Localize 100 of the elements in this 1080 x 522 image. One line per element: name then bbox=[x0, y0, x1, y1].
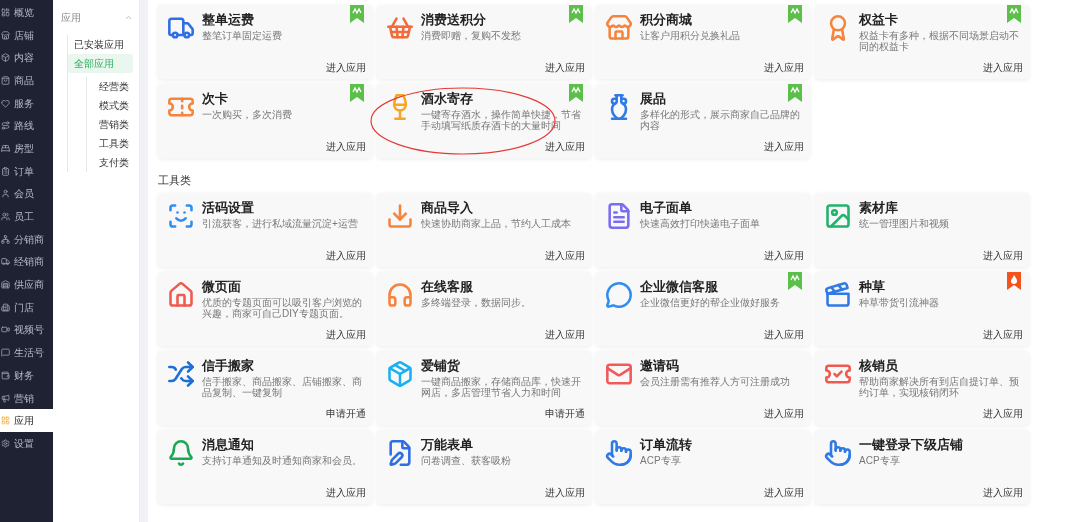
nav-item[interactable]: 设置 bbox=[0, 432, 53, 455]
app-title: 核销员 bbox=[859, 358, 899, 373]
app-description: 整笔订单固定运费 bbox=[202, 30, 283, 41]
app-card[interactable]: 爱铺货 一键商品搬家，存储商品库，快速开网店，多店管理节省人力和时间 申请开通 bbox=[377, 351, 591, 425]
open-app-link[interactable]: 进入应用 bbox=[545, 248, 585, 262]
app-description: 问卷调查、获客吸粉 bbox=[421, 455, 512, 466]
app-card[interactable]: 活码设置 引流获客，进行私域流量沉淀+运营 进入应用 bbox=[158, 193, 372, 267]
app-description: 快速协助商家上品，节约人工成本 bbox=[421, 218, 572, 229]
nav-item[interactable]: 房型 bbox=[0, 137, 53, 160]
open-app-link[interactable]: 进入应用 bbox=[983, 406, 1023, 420]
app-card[interactable]: 邀请码 会员注册需有推荐人方可注册成功 进入应用 bbox=[596, 351, 810, 425]
nav-label: 应用 bbox=[14, 414, 34, 429]
nav-icon bbox=[1, 166, 10, 176]
collapse-icon[interactable] bbox=[124, 13, 133, 22]
app-card[interactable]: 微页面 优质的专题页面可以吸引客户浏览的兴趣，商家可自己DIY专题页面。 进入应用 bbox=[158, 272, 372, 346]
open-app-link[interactable]: 进入应用 bbox=[326, 139, 366, 153]
app-card[interactable]: 展品 多样化的形式，展示商家自己品牌的内容 进入应用 bbox=[596, 84, 810, 158]
open-app-link[interactable]: 进入应用 bbox=[545, 139, 585, 153]
category-menu-item[interactable]: 支付类 bbox=[93, 153, 133, 172]
nav-item[interactable]: 应用 bbox=[0, 409, 53, 433]
nav-item[interactable]: 商品 bbox=[0, 69, 53, 92]
app-title: 邀请码 bbox=[640, 358, 680, 373]
open-app-link[interactable]: 进入应用 bbox=[983, 248, 1023, 262]
category-menu-item[interactable]: 营销类 bbox=[93, 115, 133, 134]
open-app-link[interactable]: 进入应用 bbox=[545, 60, 585, 74]
nav-item[interactable]: 视频号 bbox=[0, 318, 53, 342]
open-app-link[interactable]: 进入应用 bbox=[545, 327, 585, 341]
nav-item[interactable]: 订单 bbox=[0, 159, 53, 183]
app-card[interactable]: 核销员 帮助商家解决所有到店自提订单、预约订单，实现核销闭环 进入应用 bbox=[815, 351, 1029, 425]
app-card[interactable]: 次卡 一次购买，多次消费 进入应用 bbox=[158, 84, 372, 158]
nav-item[interactable]: 营销 bbox=[0, 386, 53, 410]
new-ribbon-icon bbox=[788, 84, 802, 102]
category-menu-item[interactable]: 工具类 bbox=[93, 134, 133, 153]
nav-item[interactable]: 概览 bbox=[0, 1, 53, 24]
import-icon bbox=[386, 202, 414, 230]
app-card[interactable]: 企业微信客服 企业微信更好的帮企业做好服务 进入应用 bbox=[596, 272, 810, 346]
category-menu-item[interactable]: 已安装应用 bbox=[68, 35, 133, 54]
nav-icon bbox=[1, 438, 10, 448]
open-app-link[interactable]: 进入应用 bbox=[764, 248, 804, 262]
app-card[interactable]: 电子面单 快速高效打印快递电子面单 进入应用 bbox=[596, 193, 810, 267]
nav-item[interactable]: 会员 bbox=[0, 182, 53, 206]
open-app-link[interactable]: 进入应用 bbox=[983, 327, 1023, 341]
nav-item[interactable]: 财务 bbox=[0, 364, 53, 387]
nav-item[interactable]: 内容 bbox=[0, 46, 53, 70]
app-card[interactable]: 权益卡 权益卡有多种，根据不同场景启动不同的权益卡 进入应用 bbox=[815, 5, 1029, 79]
app-card[interactable]: 万能表单 问卷调查、获客吸粉 进入应用 bbox=[377, 430, 591, 504]
nav-item[interactable]: 供应商 bbox=[0, 273, 53, 296]
app-card[interactable]: 整单运费 整笔订单固定运费 进入应用 bbox=[158, 5, 372, 79]
open-app-link[interactable]: 进入应用 bbox=[326, 327, 366, 341]
open-app-link[interactable]: 申请开通 bbox=[326, 406, 366, 420]
open-app-link[interactable]: 进入应用 bbox=[326, 248, 366, 262]
app-card[interactable]: 积分商城 让客户用积分兑换礼品 进入应用 bbox=[596, 5, 810, 79]
document-icon bbox=[605, 202, 633, 230]
open-app-link[interactable]: 进入应用 bbox=[326, 60, 366, 74]
app-description: 统一管理图片和视频 bbox=[859, 218, 950, 229]
nav-icon bbox=[1, 98, 10, 108]
app-card[interactable]: 消息通知 支持订单通知及时通知商家和会员。 进入应用 bbox=[158, 430, 372, 504]
nav-item[interactable]: 分销商 bbox=[0, 227, 53, 251]
app-card[interactable]: 信手搬家 信手搬家、商品搬家、店铺搬家、商品复制、一键复制 申请开通 bbox=[158, 351, 372, 425]
app-card[interactable]: 商品导入 快速协助商家上品，节约人工成本 进入应用 bbox=[377, 193, 591, 267]
open-app-link[interactable]: 进入应用 bbox=[764, 406, 804, 420]
nav-icon bbox=[1, 416, 10, 426]
nav-item[interactable]: 店铺 bbox=[0, 23, 53, 47]
nav-item[interactable]: 门店 bbox=[0, 295, 53, 319]
app-description: 让客户用积分兑换礼品 bbox=[640, 30, 741, 41]
open-app-link[interactable]: 进入应用 bbox=[764, 60, 804, 74]
nav-item[interactable]: 员工 bbox=[0, 205, 53, 228]
nav-label: 供应商 bbox=[14, 278, 44, 293]
app-description: 优质的专题页面可以吸引客户浏览的兴趣，商家可自己DIY专题页面。 bbox=[202, 297, 363, 319]
category-menu-item[interactable]: 经营类 bbox=[93, 77, 133, 96]
app-card[interactable]: 种草 种草带货引流神器 进入应用 bbox=[815, 272, 1029, 346]
open-app-link[interactable]: 申请开通 bbox=[545, 406, 585, 420]
open-app-link[interactable]: 进入应用 bbox=[545, 485, 585, 499]
open-app-link[interactable]: 进入应用 bbox=[764, 327, 804, 341]
nav-icon bbox=[1, 257, 10, 267]
nav-item[interactable]: 经销商 bbox=[0, 250, 53, 274]
nav-item[interactable]: 路线 bbox=[0, 114, 53, 138]
category-menu-item[interactable]: 模式类 bbox=[93, 96, 133, 115]
open-app-link[interactable]: 进入应用 bbox=[326, 485, 366, 499]
app-card[interactable]: 消费送积分 消费即赠，复购不发愁 进入应用 bbox=[377, 5, 591, 79]
app-description: 多样化的形式，展示商家自己品牌的内容 bbox=[640, 109, 801, 131]
new-ribbon-icon bbox=[569, 5, 583, 23]
open-app-link[interactable]: 进入应用 bbox=[764, 485, 804, 499]
nav-label: 路线 bbox=[14, 119, 34, 134]
open-app-link[interactable]: 进入应用 bbox=[764, 139, 804, 153]
shuffle-icon bbox=[167, 360, 195, 388]
app-card[interactable]: 在线客服 多终端登录，数据同步。 进入应用 bbox=[377, 272, 591, 346]
shop-icon bbox=[605, 14, 633, 42]
nav-label: 分销商 bbox=[14, 232, 44, 247]
app-card[interactable]: 订单流转 ACP专享 进入应用 bbox=[596, 430, 810, 504]
nav-item[interactable]: 生活号 bbox=[0, 341, 53, 364]
nav-label: 会员 bbox=[14, 187, 34, 202]
pointer-icon bbox=[824, 439, 852, 467]
open-app-link[interactable]: 进入应用 bbox=[983, 60, 1023, 74]
nav-label: 视频号 bbox=[14, 323, 44, 338]
open-app-link[interactable]: 进入应用 bbox=[983, 485, 1023, 499]
nav-icon bbox=[1, 234, 10, 244]
app-card[interactable]: 素材库 统一管理图片和视频 进入应用 bbox=[815, 193, 1029, 267]
nav-item[interactable]: 服务 bbox=[0, 91, 53, 115]
app-card[interactable]: 一键登录下级店铺 ACP专享 进入应用 bbox=[815, 430, 1029, 504]
